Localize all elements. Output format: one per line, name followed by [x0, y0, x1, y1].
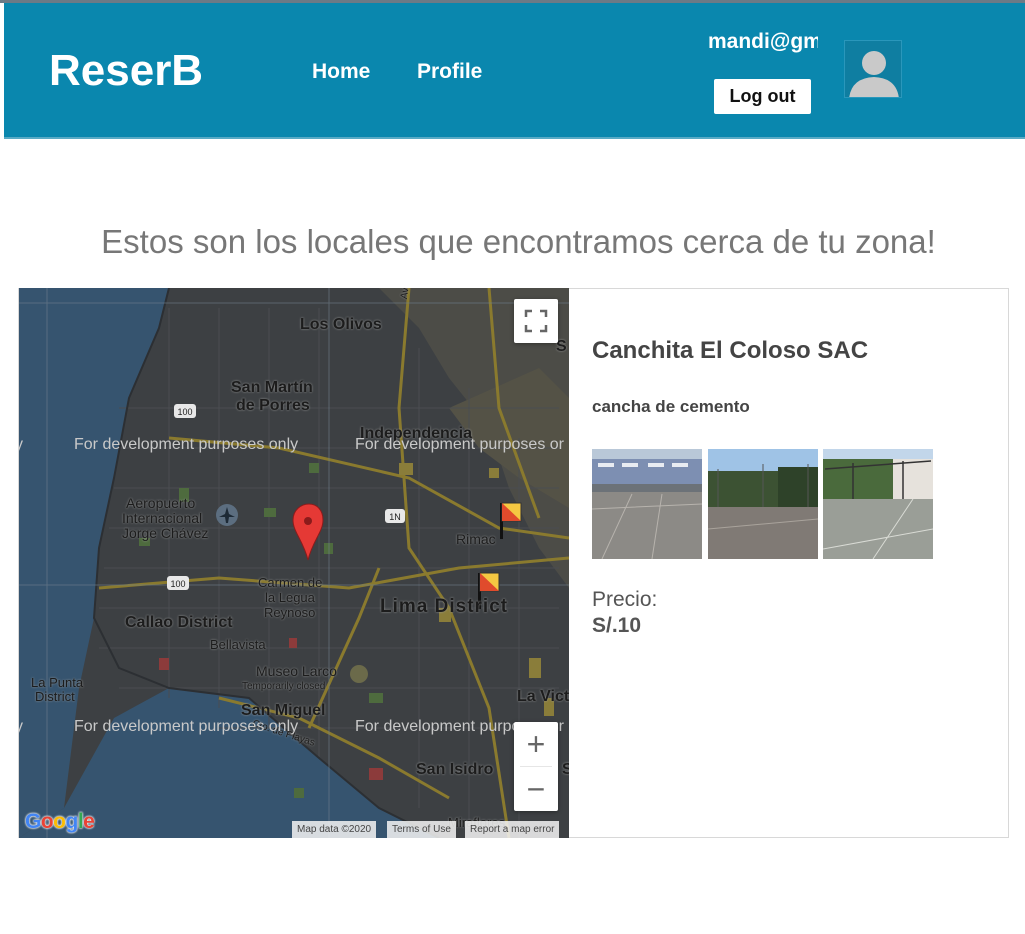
svg-text:1N: 1N — [389, 512, 401, 522]
dev-watermark: For development purposes only — [74, 718, 299, 735]
venue-photo-3[interactable] — [823, 449, 933, 559]
nav-home-link[interactable]: Home — [312, 59, 370, 85]
navbar: ReserB Home Profile mandi@gm Log out — [4, 3, 1025, 139]
zoom-in-button[interactable]: + — [514, 722, 558, 766]
price-value: S/.10 — [592, 614, 642, 637]
dev-watermark-edge: y — [19, 436, 23, 453]
court-photo-icon — [708, 449, 818, 559]
zoom-out-button[interactable]: − — [514, 767, 558, 811]
map-label-la-victoria: La Victoria — [517, 688, 569, 705]
map-label-los-olivos: Los Olivos — [300, 316, 382, 333]
dev-watermark: For development purposes or — [355, 436, 564, 453]
map-label-carmen-2: la Legua — [265, 590, 315, 605]
map-data-attribution[interactable]: Map data ©2020 — [292, 821, 377, 838]
venue-name: Canchita El Coloso SAC — [592, 337, 869, 364]
map-label-la-punta-1: La Punta — [31, 675, 84, 690]
venue-photo-2[interactable] — [708, 449, 818, 559]
map-label-la-punta-2: District — [35, 689, 75, 704]
fullscreen-button[interactable] — [514, 299, 558, 343]
map-label-aeropuerto-1: Aeropuerto — [126, 495, 196, 511]
map-label-aeropuerto-2: Internacional — [122, 510, 203, 526]
map-label-rimac: Rimac — [456, 531, 496, 547]
price-label: Precio: — [592, 588, 658, 611]
terms-of-use-link[interactable]: Terms of Use — [387, 821, 456, 838]
map-label-partial-s-2: S — [562, 761, 569, 778]
map-label-carmen-3: Reynoso — [264, 605, 316, 620]
court-photo-icon — [592, 449, 702, 559]
map-label-bellavista: Bellavista — [210, 637, 266, 652]
user-silhouette-icon — [845, 41, 901, 97]
nav-profile-link[interactable]: Profile — [417, 59, 482, 85]
svg-text:100: 100 — [170, 579, 185, 589]
user-email: mandi@gm — [708, 30, 818, 53]
map-label-callao-district: Callao District — [125, 614, 233, 631]
map-label-lima-district: Lima District — [380, 596, 509, 617]
logout-button[interactable]: Log out — [714, 79, 811, 114]
map-label-san-isidro: San Isidro — [416, 761, 494, 778]
map-view[interactable]: 100 100 1N Los Olivos Av. Tupac Amaru Sa… — [19, 288, 569, 838]
map-base: 100 100 1N — [19, 288, 569, 838]
map-label-san-martin-2: de Porres — [236, 397, 310, 414]
fullscreen-icon — [524, 309, 548, 333]
zoom-control: + − — [514, 722, 558, 811]
avatar[interactable] — [844, 40, 902, 98]
map-label-museo-larco: Museo Larco — [256, 663, 337, 679]
map-label-temporarily-closed: Temporarily closed — [242, 681, 326, 692]
map-label-carmen-1: Carmen de — [258, 575, 323, 590]
map-label-aeropuerto-3: Jorge Chávez — [122, 525, 209, 541]
airport-icon — [216, 504, 238, 526]
google-logo[interactable]: Google — [25, 810, 95, 834]
page-headline: Estos son los locales que encontramos ce… — [101, 223, 936, 260]
venue-type: cancha de cemento — [592, 397, 750, 416]
court-photo-icon — [823, 449, 933, 559]
dev-watermark: For development purposes only — [74, 436, 299, 453]
dev-watermark-edge: y — [19, 718, 23, 735]
report-map-error-link[interactable]: Report a map error — [465, 821, 560, 838]
venue-photo-1[interactable] — [592, 449, 702, 559]
map-label-san-martin-1: San Martín — [231, 379, 313, 396]
brand-logo[interactable]: ReserB — [49, 45, 203, 97]
svg-text:100: 100 — [177, 407, 192, 417]
